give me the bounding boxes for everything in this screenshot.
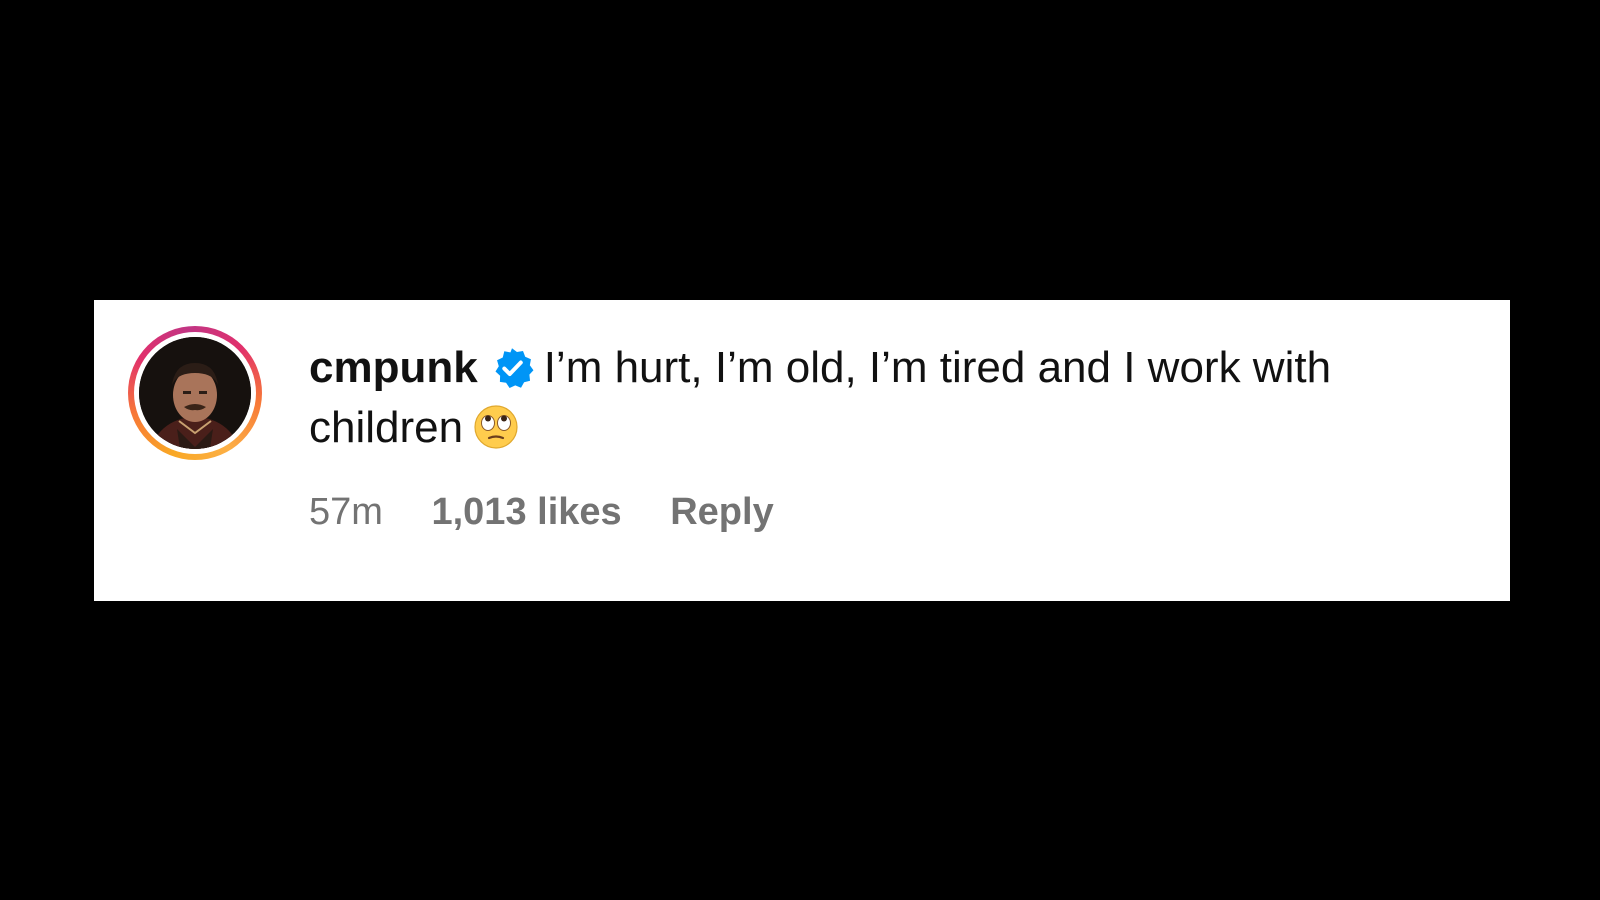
- reply-button[interactable]: Reply: [670, 491, 773, 533]
- likes-count-button[interactable]: 1,013 likes: [431, 491, 621, 533]
- avatar[interactable]: [139, 337, 251, 449]
- username[interactable]: cmpunk: [309, 343, 478, 392]
- verified-badge-icon: [495, 348, 534, 389]
- screen: cmpunk I’m hurt, I’m old, I’m tired and …: [0, 0, 1600, 900]
- avatar-portrait-icon: [139, 337, 251, 449]
- story-ring[interactable]: [128, 326, 262, 460]
- comment-text-block: cmpunk I’m hurt, I’m old, I’m tired and …: [309, 338, 1469, 458]
- comment-card: cmpunk I’m hurt, I’m old, I’m tired and …: [94, 300, 1510, 601]
- comment-meta-row: 57m 1,013 likes Reply: [309, 488, 812, 536]
- rolling-eyes-emoji-icon: [474, 405, 518, 449]
- comment-timestamp: 57m: [309, 491, 383, 533]
